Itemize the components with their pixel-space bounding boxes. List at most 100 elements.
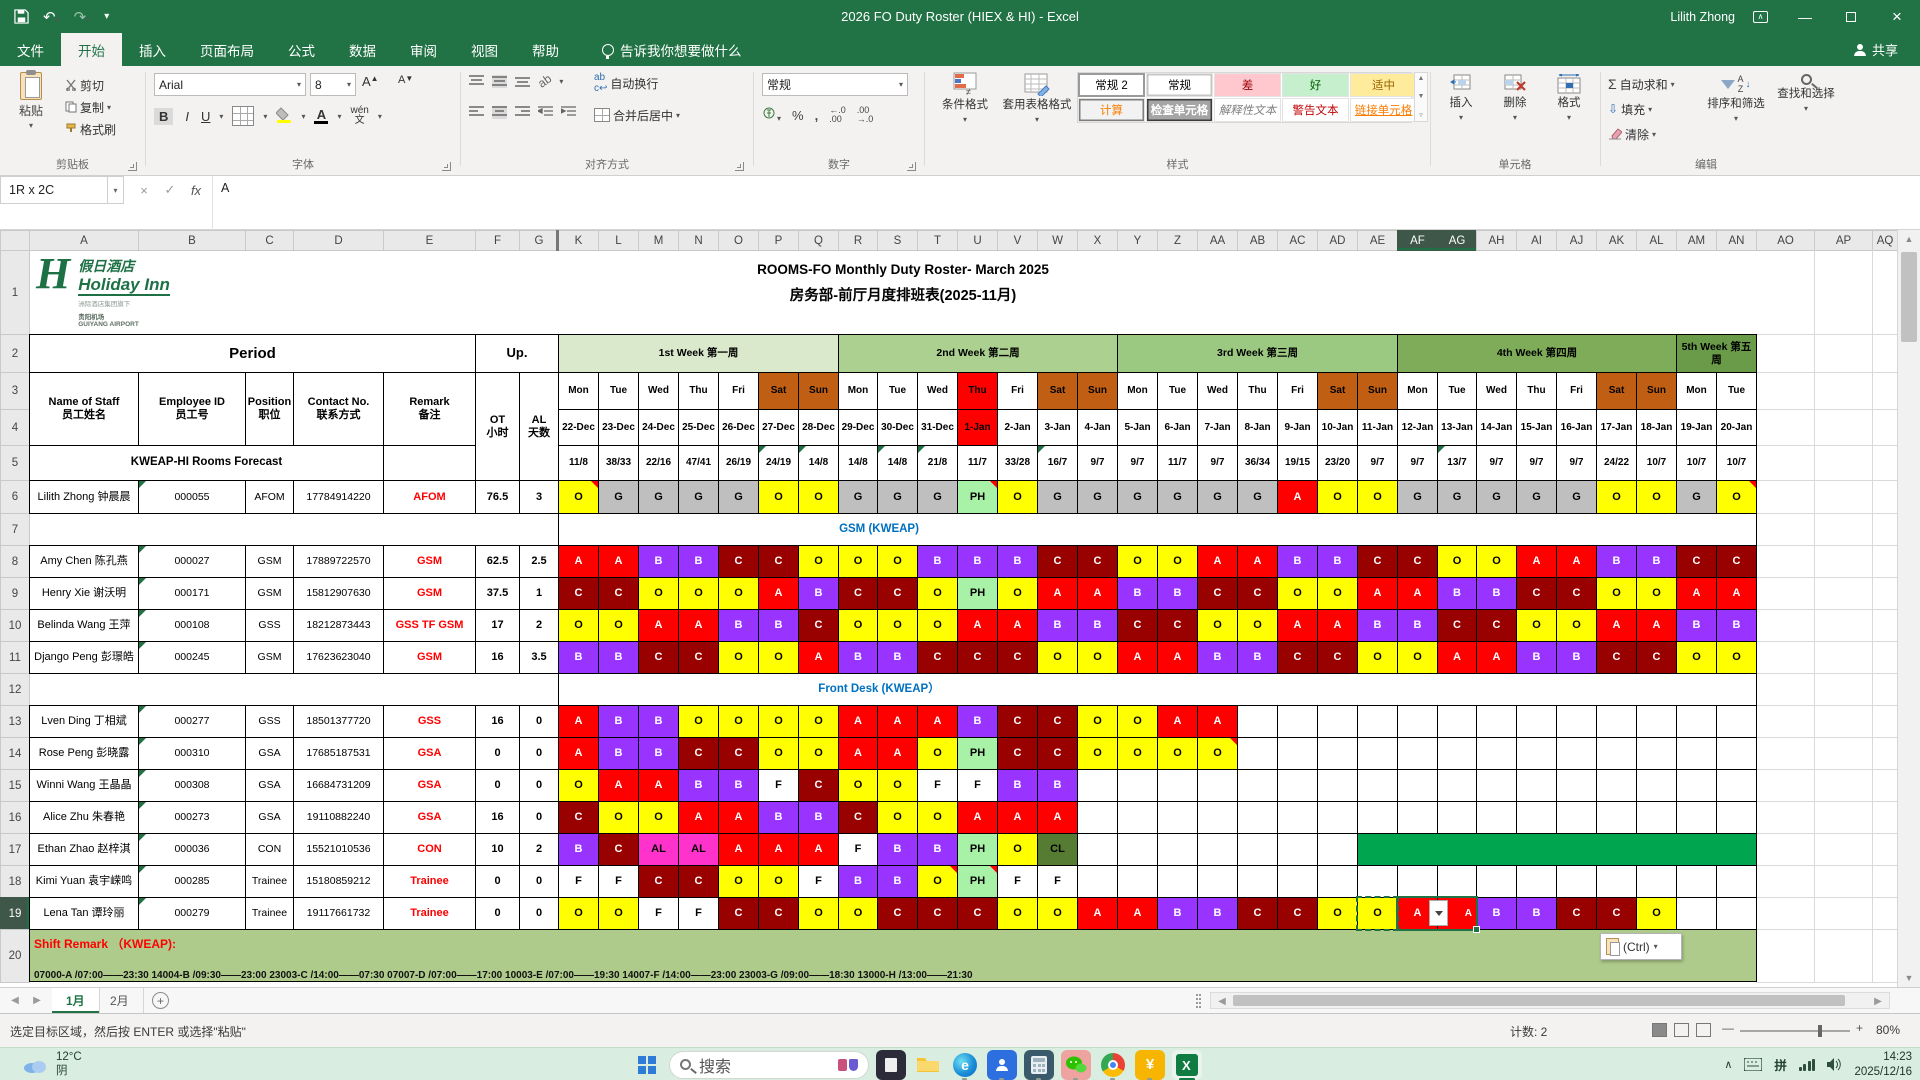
shift-cell[interactable]: B xyxy=(1676,609,1717,642)
shift-cell[interactable]: O xyxy=(558,897,599,930)
forecast-cell[interactable]: 24/19 xyxy=(758,445,799,481)
shift-cell[interactable]: A xyxy=(558,545,599,578)
forecast-cell[interactable]: 10/7 xyxy=(1676,445,1717,481)
cell-style-item[interactable]: 链接单元格 xyxy=(1350,98,1417,122)
ribbon-tab[interactable]: 帮助 xyxy=(515,33,576,66)
staff-contact[interactable]: 15812907630 xyxy=(293,577,384,610)
shift-cell[interactable]: O xyxy=(758,480,799,514)
date-cell[interactable]: 17-Jan xyxy=(1596,409,1637,446)
staff-name[interactable]: Lven Ding 丁相斌 xyxy=(29,705,139,738)
shift-cell[interactable]: PH xyxy=(957,577,998,610)
shift-cell[interactable]: O xyxy=(598,609,639,642)
staff-name[interactable]: Kimi Yuan 袁宇嵘鸣 xyxy=(29,865,139,898)
shift-cell[interactable]: B xyxy=(1277,545,1318,578)
shift-cell[interactable]: O xyxy=(678,705,719,738)
shift-cell[interactable]: O xyxy=(718,865,759,898)
shift-cell[interactable] xyxy=(1077,801,1118,834)
green-merged-block[interactable] xyxy=(1357,833,1757,866)
shift-cell[interactable]: C xyxy=(1596,641,1637,674)
volume-icon[interactable] xyxy=(1827,1058,1842,1071)
shift-cell[interactable]: A xyxy=(997,801,1038,834)
shift-cell[interactable]: C xyxy=(877,577,918,610)
shift-cell[interactable]: G xyxy=(1117,480,1158,514)
shift-cell[interactable] xyxy=(1317,737,1358,770)
shift-cell[interactable]: B xyxy=(638,545,679,578)
row-header[interactable]: 10 xyxy=(0,609,30,642)
shift-cell[interactable]: A xyxy=(798,833,839,866)
date-cell[interactable]: 4-Jan xyxy=(1077,409,1118,446)
shift-cell[interactable] xyxy=(1077,833,1118,866)
align-right-icon[interactable] xyxy=(515,106,530,119)
staff-remark[interactable]: GSM xyxy=(383,641,476,674)
shift-cell[interactable]: O xyxy=(1716,641,1757,674)
shift-cell[interactable] xyxy=(1556,737,1597,770)
shift-cell[interactable]: O xyxy=(1556,609,1597,642)
column-header-E[interactable]: Remark 备注 xyxy=(383,372,476,446)
app-dark-icon[interactable] xyxy=(876,1049,906,1080)
hscroll-right-icon[interactable]: ▶ xyxy=(1867,993,1889,1009)
staff-id[interactable]: 000273 xyxy=(138,801,246,834)
staff-contact[interactable]: 19117661732 xyxy=(293,897,384,930)
staff-name[interactable]: Winni Wang 王晶晶 xyxy=(29,769,139,802)
shift-cell[interactable]: C xyxy=(1237,577,1278,610)
shift-cell[interactable]: O xyxy=(1277,577,1318,610)
date-cell[interactable]: 28-Dec xyxy=(798,409,839,446)
section-row[interactable]: GSM (KWEAP) xyxy=(558,513,1757,546)
shift-cell[interactable] xyxy=(1117,833,1158,866)
row-header[interactable]: 19 xyxy=(0,897,30,930)
staff-id[interactable]: 000285 xyxy=(138,865,246,898)
shift-cell[interactable]: G xyxy=(1077,480,1118,514)
shift-cell[interactable] xyxy=(1197,833,1238,866)
sheet-tab[interactable]: 2月 xyxy=(96,988,144,1013)
autosum-button[interactable]: Σ 自动求和 ▾ xyxy=(1605,73,1678,95)
date-cell[interactable]: 26-Dec xyxy=(718,409,759,446)
staff-id[interactable]: 000036 xyxy=(138,833,246,866)
shift-cell[interactable]: A xyxy=(1157,705,1198,738)
date-cell[interactable]: 15-Jan xyxy=(1516,409,1557,446)
shift-cell[interactable]: O xyxy=(758,705,799,738)
shift-cell[interactable]: C xyxy=(1037,545,1078,578)
shift-cell[interactable] xyxy=(1237,833,1278,866)
wrap-text-button[interactable]: ab c↩ 自动换行 xyxy=(591,72,661,94)
shift-cell[interactable] xyxy=(1237,801,1278,834)
shift-cell[interactable]: B xyxy=(1117,577,1158,610)
shift-cell[interactable]: O xyxy=(1596,577,1637,610)
horizontal-scrollbar[interactable]: ◀ ▶ xyxy=(1210,992,1890,1009)
shift-cell[interactable]: C xyxy=(718,737,759,770)
staff-ot[interactable]: 16 xyxy=(475,705,520,738)
accounting-format-icon[interactable]: ▾ xyxy=(762,106,781,124)
shift-cell[interactable]: O xyxy=(558,480,599,514)
shift-cell[interactable]: O xyxy=(1636,897,1677,930)
shift-cell[interactable] xyxy=(1556,705,1597,738)
ime-pinyin-indicator[interactable]: 拼 xyxy=(1774,1055,1787,1074)
day-cell[interactable]: Fri xyxy=(1277,372,1318,410)
shift-cell[interactable]: C xyxy=(917,641,958,674)
col-header[interactable]: S xyxy=(877,230,918,251)
shift-cell[interactable]: A xyxy=(957,801,998,834)
shift-cell[interactable] xyxy=(1317,769,1358,802)
shift-cell[interactable] xyxy=(1516,769,1557,802)
col-header[interactable]: U xyxy=(957,230,998,251)
decrease-decimal-icon[interactable]: .00 →.0 xyxy=(857,106,874,124)
shift-cell[interactable] xyxy=(1716,705,1757,738)
col-header[interactable]: M xyxy=(638,230,679,251)
forecast-cell[interactable]: 9/7 xyxy=(1077,445,1118,481)
select-all-corner[interactable] xyxy=(0,230,30,251)
shift-cell[interactable]: A xyxy=(1197,705,1238,738)
shift-cell[interactable]: B xyxy=(598,705,639,738)
shift-cell[interactable]: B xyxy=(1516,897,1557,930)
column-header-A[interactable]: Name of Staff 员工姓名 xyxy=(29,372,139,446)
forecast-cell[interactable]: 10/7 xyxy=(1636,445,1677,481)
week-band[interactable]: 1st Week 第一周 xyxy=(558,334,839,373)
col-header[interactable]: X xyxy=(1077,230,1118,251)
alignment-dialog-launcher[interactable] xyxy=(735,162,744,171)
day-cell[interactable]: Wed xyxy=(917,372,958,410)
al-header[interactable]: AL 天数 xyxy=(519,372,559,481)
day-cell[interactable]: Thu xyxy=(1516,372,1557,410)
font-color-caret[interactable]: ▾ xyxy=(337,112,341,121)
comma-style-icon[interactable]: , xyxy=(815,108,819,123)
shift-cell[interactable] xyxy=(1636,705,1677,738)
shift-cell[interactable]: O xyxy=(838,897,878,930)
shift-cell[interactable]: A xyxy=(1357,577,1398,610)
conditional-formatting-button[interactable]: ≠ 条件格式 ▾ xyxy=(931,72,999,124)
